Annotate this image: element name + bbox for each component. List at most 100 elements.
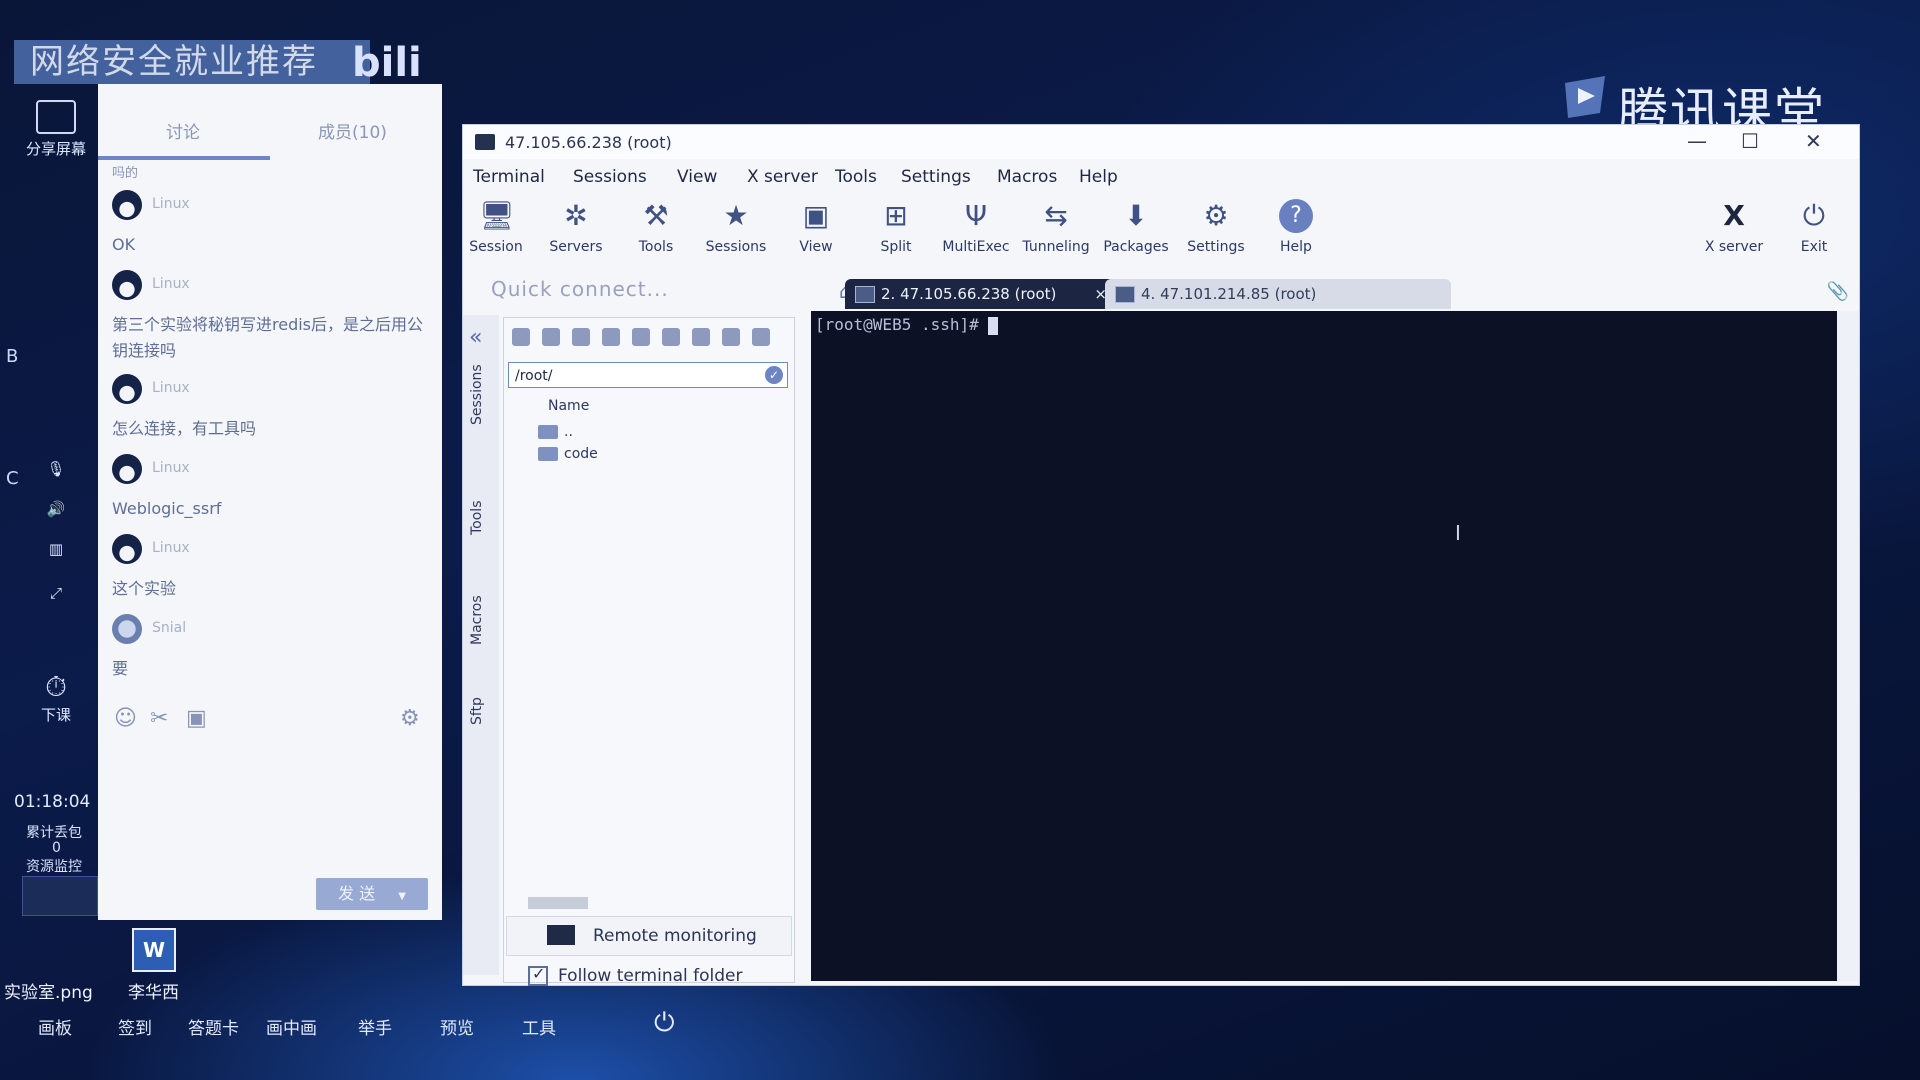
message-text: 这个实验 — [112, 579, 177, 598]
scissors-icon[interactable]: ✂ — [150, 706, 168, 731]
side-tab-sftp[interactable]: Sftp — [469, 697, 485, 725]
mic-icon[interactable]: 🎙 — [0, 460, 112, 478]
view-button[interactable]: ▣ View — [779, 199, 853, 255]
menu-tools[interactable]: Tools — [835, 167, 877, 187]
horizontal-scrollbar[interactable] — [512, 896, 784, 910]
picture-in-picture-button[interactable]: 画中画 — [266, 1014, 317, 1039]
session-button[interactable]: 🖥 Session — [459, 199, 533, 255]
delete-icon[interactable] — [692, 328, 710, 346]
terminal-tab-icon — [1115, 286, 1135, 303]
exit-button[interactable]: ⏻ Exit — [1777, 199, 1851, 255]
text-cursor — [988, 316, 999, 335]
servers-button[interactable]: ✲ Servers — [539, 199, 613, 255]
help-button[interactable]: ? Help — [1259, 199, 1333, 255]
paperclip-icon[interactable]: 📎 — [1827, 281, 1849, 302]
sessions-button[interactable]: ★ Sessions — [699, 199, 773, 255]
chat-message: Linux 第三个实验将秘钥写进redis后，是之后用公钥连接吗 — [112, 270, 432, 360]
tab-discussion[interactable]: 讨论 — [166, 118, 200, 143]
image-icon[interactable]: ▣ — [186, 706, 207, 731]
menu-settings[interactable]: Settings — [901, 167, 971, 187]
tunneling-label: Tunneling — [1022, 239, 1090, 255]
terminal-prompt: [root@WEB5 .ssh]# — [815, 315, 989, 334]
terminal-area[interactable]: [root@WEB5 .ssh]# I — [811, 311, 1851, 981]
file-row[interactable]: code — [538, 446, 598, 462]
raise-hand-button[interactable]: 举手 — [358, 1014, 392, 1039]
gear-icon: ⚙ — [1203, 199, 1229, 232]
close-icon[interactable]: ✕ — [1805, 129, 1822, 153]
upload-icon[interactable] — [572, 328, 590, 346]
side-tab-tools[interactable]: Tools — [469, 501, 485, 536]
emoji-icon[interactable]: ☺ — [114, 706, 137, 731]
menu-help[interactable]: Help — [1079, 167, 1118, 187]
tab-session-2[interactable]: 2. 47.105.66.238 (root) × — [845, 279, 1117, 309]
equalizer-icon[interactable]: ▥ — [0, 540, 112, 558]
tools-button[interactable]: ⚒ Tools — [619, 199, 693, 255]
share-screen-button[interactable]: 分享屏幕 — [0, 100, 112, 159]
download-icon[interactable] — [542, 328, 560, 346]
column-header-name[interactable]: Name — [548, 398, 589, 414]
answer-sheet-button[interactable]: 答题卡 — [188, 1014, 239, 1039]
split-button[interactable]: ⊞ Split — [859, 199, 933, 255]
clock-icon: ⏱ — [45, 670, 67, 703]
quick-connect-input[interactable]: Quick connect... — [491, 277, 669, 301]
session-label: Session — [469, 239, 523, 255]
send-button[interactable]: 发 送 ▼ — [316, 878, 428, 910]
folder-up-icon[interactable] — [512, 328, 530, 346]
terminal-vertical-scrollbar[interactable] — [1837, 311, 1859, 981]
view-icon: ▣ — [802, 199, 830, 232]
sftp-path-input[interactable]: /root/ ✓ — [508, 362, 788, 388]
tab-session-4-label: 4. 47.101.214.85 (root) — [1141, 285, 1317, 303]
whiteboard-button[interactable]: 画板 — [38, 1014, 72, 1039]
settings-label: Settings — [1187, 239, 1245, 255]
tunneling-button[interactable]: ⇆ Tunneling — [1019, 199, 1093, 255]
tab-session-4[interactable]: 4. 47.101.214.85 (root) — [1105, 279, 1451, 309]
link-icon[interactable] — [722, 328, 740, 346]
check-icon[interactable]: ✓ — [765, 366, 783, 384]
session-tab-bar: 2. 47.105.66.238 (root) × 4. 47.101.214.… — [823, 279, 1853, 309]
side-tab-strip: « Sessions Tools Macros Sftp — [463, 315, 499, 975]
xserver-button[interactable]: X X server — [1697, 199, 1771, 255]
side-tab-macros[interactable]: Macros — [469, 595, 485, 645]
help-label: Help — [1280, 239, 1312, 255]
sftp-panel: /root/ ✓ Name .. code Remote monitoring ✓… — [503, 317, 795, 986]
menu-sessions[interactable]: Sessions — [573, 167, 647, 187]
split-icon: ⊞ — [884, 199, 908, 232]
tools-menu-button[interactable]: 工具 — [522, 1014, 556, 1039]
help-icon: ? — [1279, 199, 1313, 233]
menu-xserver[interactable]: X server — [747, 167, 818, 187]
menu-terminal[interactable]: Terminal — [473, 167, 545, 187]
avatar — [112, 614, 142, 644]
preview-button[interactable]: 预览 — [440, 1014, 474, 1039]
sftp-path-value: /root/ — [515, 368, 553, 384]
mouse-ibeam-cursor: I — [1455, 521, 1461, 545]
multiexec-button[interactable]: Ψ MultiExec — [939, 199, 1013, 255]
tab-members[interactable]: 成员(10) — [318, 118, 387, 143]
power-off-icon[interactable]: ⏻ — [654, 1008, 675, 1039]
maximize-icon[interactable]: ☐ — [1741, 129, 1759, 153]
end-class-button[interactable]: ⏱ 下课 — [0, 670, 112, 725]
settings-gear-icon[interactable]: ⚙ — [400, 706, 420, 731]
settings-button[interactable]: ⚙ Settings — [1179, 199, 1253, 255]
sender-name: Linux — [152, 380, 190, 396]
refresh-icon[interactable] — [602, 328, 620, 346]
scroll-thumb[interactable] — [528, 897, 588, 909]
word-document-icon[interactable]: W — [132, 928, 176, 972]
follow-terminal-folder-checkbox[interactable]: ✓ Follow terminal folder — [528, 964, 743, 986]
permissions-icon[interactable] — [752, 328, 770, 346]
file-row[interactable]: .. — [538, 424, 573, 440]
speaker-icon[interactable]: 🔊 — [0, 500, 112, 518]
monitoring-icon — [547, 925, 575, 945]
side-tab-sessions[interactable]: Sessions — [469, 364, 485, 425]
collapse-panel-icon[interactable]: « — [469, 325, 482, 350]
fullscreen-icon[interactable]: ⤢ — [0, 584, 112, 602]
new-folder-icon[interactable] — [632, 328, 650, 346]
packages-button[interactable]: ⬇ Packages — [1099, 199, 1173, 255]
remote-monitoring-button[interactable]: Remote monitoring — [506, 916, 792, 956]
new-file-icon[interactable] — [662, 328, 680, 346]
minimize-icon[interactable]: — — [1687, 129, 1707, 153]
menu-view[interactable]: View — [677, 167, 717, 187]
menu-macros[interactable]: Macros — [997, 167, 1057, 187]
sign-in-button[interactable]: 签到 — [118, 1014, 152, 1039]
sender-name: Linux — [152, 276, 190, 292]
chevron-down-icon[interactable]: ▼ — [398, 891, 406, 902]
